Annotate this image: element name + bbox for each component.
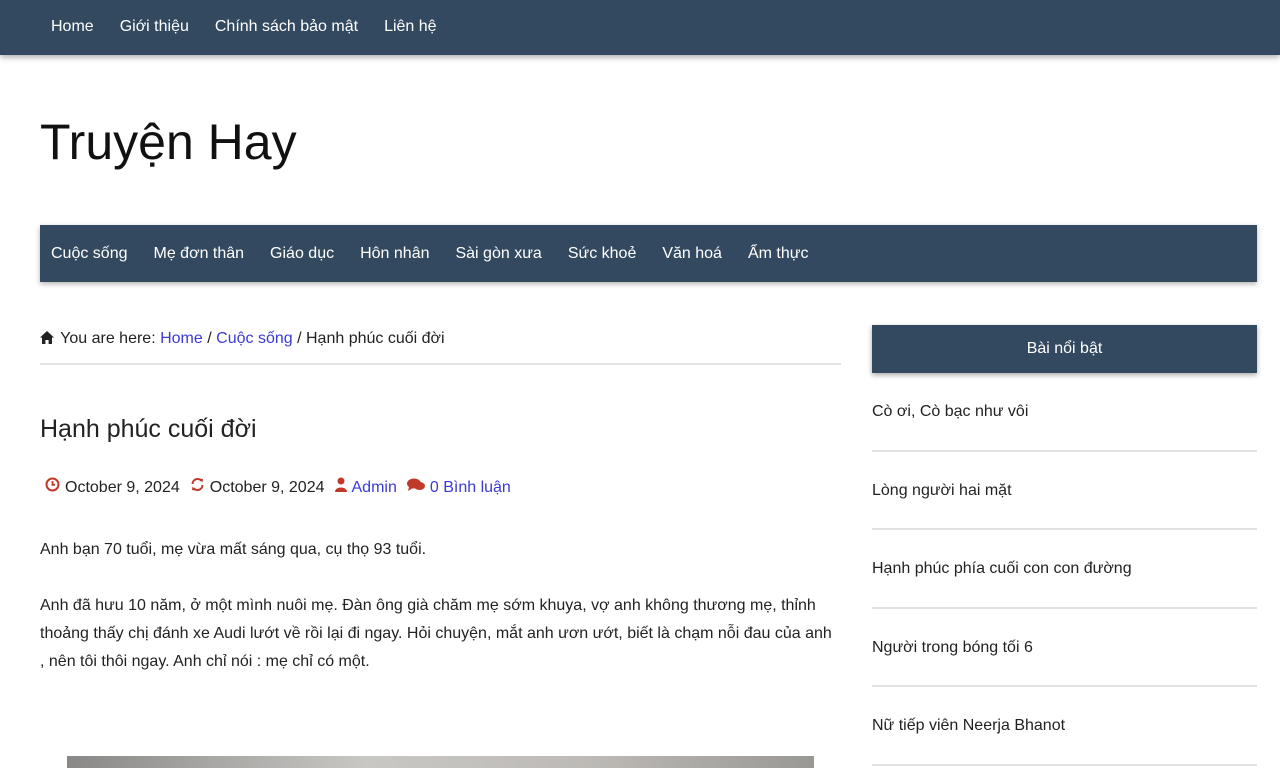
- breadcrumb-separator: /: [207, 330, 212, 347]
- home-icon: [40, 330, 56, 350]
- top-menu-bar: Home Giới thiệu Chính sách bảo mật Liên …: [0, 0, 1280, 55]
- nav-item-cuoc-song[interactable]: Cuộc sống: [51, 244, 128, 264]
- nav-item-am-thuc[interactable]: Ẩm thực: [748, 244, 809, 264]
- breadcrumb: You are here: Home / Cuộc sống / Hạnh ph…: [40, 329, 841, 365]
- post-meta: October 9, 2024 October 9, 2024 Admin 0 …: [45, 477, 511, 498]
- post-paragraph: Anh đã hưu 10 năm, ở một mình nuôi mẹ. Đ…: [40, 597, 832, 670]
- top-menu-home[interactable]: Home: [51, 17, 94, 37]
- nav-item-sai-gon-xua[interactable]: Sài gòn xưa: [455, 244, 541, 264]
- top-menu-about[interactable]: Giới thiệu: [120, 17, 189, 37]
- top-menu-contact[interactable]: Liên hệ: [384, 17, 437, 37]
- featured-post-item[interactable]: Nữ tiếp viên Neerja Bhanot: [872, 687, 1257, 766]
- post-image: [67, 756, 814, 768]
- breadcrumb-prefix: You are here:: [60, 330, 156, 347]
- clock-icon: [45, 477, 60, 498]
- featured-posts-heading: Bài nổi bật: [872, 325, 1257, 373]
- breadcrumb-current: Hạnh phúc cuối đời: [306, 330, 445, 347]
- category-nav: Cuộc sống Mẹ đơn thân Giáo dục Hôn nhân …: [51, 244, 834, 264]
- nav-item-me-don-than[interactable]: Mẹ đơn thân: [154, 244, 245, 264]
- site-title[interactable]: Truyện Hay: [40, 112, 297, 172]
- featured-post-item[interactable]: Hạnh phúc phía cuối con con đường: [872, 530, 1257, 609]
- comments-link[interactable]: 0 Bình luận: [430, 478, 511, 498]
- nav-item-giao-duc[interactable]: Giáo dục: [270, 244, 334, 264]
- user-icon: [334, 477, 347, 498]
- category-nav-bar: Cuộc sống Mẹ đơn thân Giáo dục Hôn nhân …: [40, 225, 1257, 282]
- featured-post-item[interactable]: Lòng người hai mặt: [872, 452, 1257, 531]
- nav-item-hon-nhan[interactable]: Hôn nhân: [360, 244, 429, 264]
- featured-post-item[interactable]: Cò ơi, Cò bạc như vôi: [872, 373, 1257, 452]
- nav-item-suc-khoe[interactable]: Sức khoẻ: [568, 244, 637, 264]
- featured-post-item[interactable]: Người trong bóng tối 6: [872, 609, 1257, 688]
- breadcrumb-separator: /: [297, 330, 302, 347]
- breadcrumb-category-link[interactable]: Cuộc sống: [216, 330, 293, 347]
- comments-icon: [406, 478, 425, 498]
- updated-date: October 9, 2024: [209, 478, 325, 496]
- top-menu: Home Giới thiệu Chính sách bảo mật Liên …: [51, 17, 463, 37]
- post-title: Hạnh phúc cuối đời: [40, 415, 257, 443]
- post-paragraph: Anh bạn 70 tuổi, mẹ vừa mất sáng qua, cụ…: [40, 541, 427, 558]
- author-link[interactable]: Admin: [352, 478, 397, 498]
- top-menu-privacy[interactable]: Chính sách bảo mật: [215, 17, 358, 37]
- refresh-icon: [190, 477, 205, 498]
- nav-item-van-hoa[interactable]: Văn hoá: [662, 244, 722, 264]
- featured-posts-list: Cò ơi, Cò bạc như vôi Lòng người hai mặt…: [872, 373, 1257, 766]
- breadcrumb-home-link[interactable]: Home: [160, 330, 203, 347]
- published-date: October 9, 2024: [65, 478, 180, 496]
